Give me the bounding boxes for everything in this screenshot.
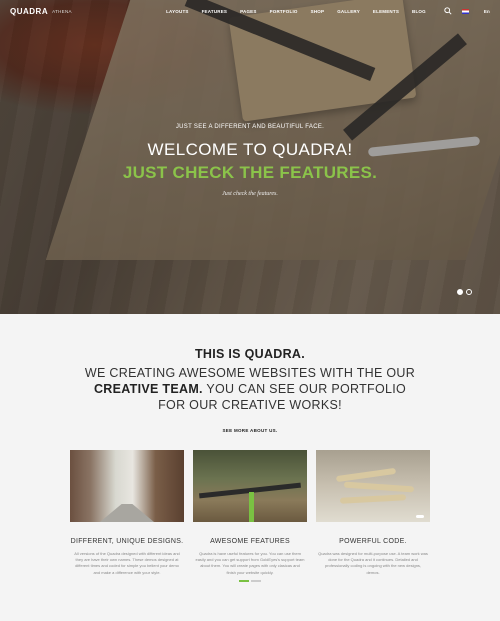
site-logo[interactable]: QUADRA [10, 7, 48, 16]
menu-item-pages[interactable]: PAGES [240, 9, 256, 14]
image-slider-indicator[interactable] [416, 515, 424, 518]
intro-body: WE CREATING AWESOME WEBSITES WITH THE OU… [80, 365, 420, 413]
brush-shape [339, 494, 407, 504]
site-logo-subtitle: ATHENA [52, 8, 72, 14]
hero-caption: JUST SEE A DIFFERENT AND BEAUTIFUL FACE.… [0, 124, 500, 197]
intro-line-2-bold: CREATIVE TEAM. [93, 382, 203, 396]
feature-title: AWESOME FEATURES [210, 538, 290, 545]
search-icon[interactable] [444, 7, 452, 15]
intro-title: THIS IS QUADRA. [194, 347, 306, 361]
language-label: En [483, 8, 490, 14]
feature-text: Quadra was designed for multi-purpose us… [318, 551, 428, 575]
intro-line-1: WE CREATING AWESOME WEBSITES WITH THE OU… [84, 366, 416, 380]
features-row: DIFFERENT, UNIQUE DESIGNS. All versions … [70, 450, 430, 576]
hero-subtitle: JUST CHECK THE FEATURES. [122, 163, 378, 182]
language-switcher[interactable]: En [461, 8, 490, 14]
feature-title: DIFFERENT, UNIQUE DESIGNS. [70, 538, 184, 545]
menu-item-blog[interactable]: BLOG [412, 9, 426, 14]
slider-dots [454, 289, 472, 295]
brush-shape [343, 481, 415, 493]
intro-line-3: FOR OUR CREATIVE WORKS! [158, 398, 342, 412]
feature-title: POWERFUL CODE. [339, 538, 407, 545]
intro-section: THIS IS QUADRA. WE CREATING AWESOME WEBS… [0, 314, 500, 433]
pager-dot-2[interactable] [251, 580, 261, 582]
menu-item-portfolio[interactable]: PORTFOLIO [270, 9, 298, 14]
hero-italic-text: Just check the features. [222, 191, 278, 197]
intro-line-2: YOU CAN SEE OUR PORTFOLIO [202, 382, 407, 396]
slider-dot-1[interactable] [457, 289, 463, 295]
feature-card: AWESOME FEATURES Quadra is have useful f… [193, 450, 307, 576]
menu-item-layouts[interactable]: LAYOUTS [166, 9, 189, 14]
menu-item-features[interactable]: FEATURES [202, 9, 228, 14]
see-more-link[interactable]: SEE MORE ABOUT US. [0, 428, 500, 433]
menu-item-elements[interactable]: ELEMENTS [373, 9, 399, 14]
feature-image-city[interactable] [70, 450, 184, 522]
top-navigation: QUADRA ATHENA LAYOUTS FEATURES PAGES POR… [0, 0, 500, 22]
hero-slider: QUADRA ATHENA LAYOUTS FEATURES PAGES POR… [0, 0, 500, 314]
bike-stem-shape [249, 492, 254, 522]
feature-text: Quadra is have useful features for you. … [195, 551, 305, 575]
menu-item-gallery[interactable]: GALLERY [337, 9, 360, 14]
hero-title: WELCOME TO QUADRA! [147, 140, 353, 159]
pager-dot-1[interactable] [239, 580, 249, 582]
features-pager [0, 580, 500, 582]
main-menu: LAYOUTS FEATURES PAGES PORTFOLIO SHOP GA… [153, 7, 490, 15]
hero-tagline: JUST SEE A DIFFERENT AND BEAUTIFUL FACE. [175, 124, 325, 130]
brush-shape [335, 467, 397, 483]
feature-card: DIFFERENT, UNIQUE DESIGNS. All versions … [70, 450, 184, 576]
flag-icon [461, 8, 469, 14]
feature-card: POWERFUL CODE. Quadra was designed for m… [316, 450, 430, 576]
feature-text: All versions of the Quadra designed with… [74, 551, 180, 575]
feature-image-bike[interactable] [193, 450, 307, 522]
street-shape [100, 504, 154, 522]
menu-item-shop[interactable]: SHOP [311, 9, 325, 14]
feature-image-brushes[interactable] [316, 450, 430, 522]
slider-dot-2[interactable] [466, 289, 472, 295]
